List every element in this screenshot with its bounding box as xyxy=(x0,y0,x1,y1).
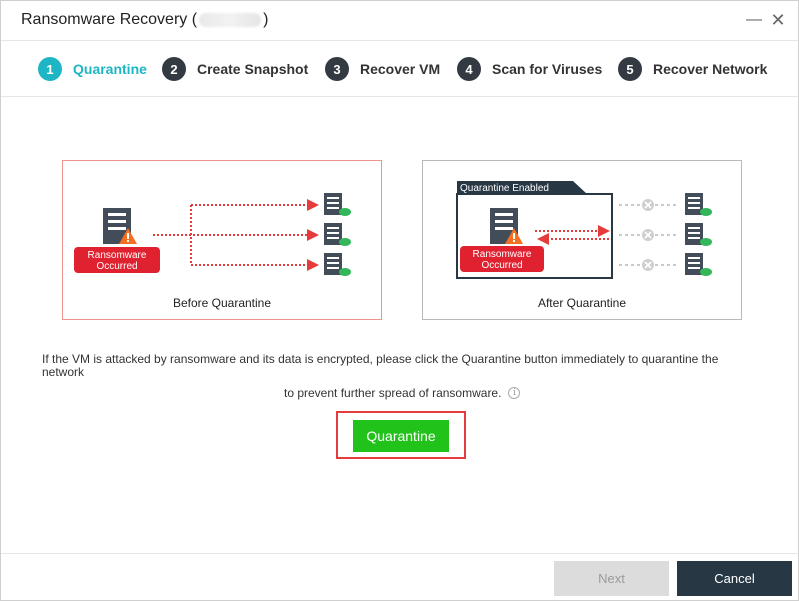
next-button[interactable]: Next xyxy=(554,561,669,596)
badge-line1: Ransomware xyxy=(88,250,147,261)
infected-server-icon xyxy=(490,208,523,244)
step-label: Create Snapshot xyxy=(197,61,309,77)
spread-arrows xyxy=(153,199,319,271)
step-number: 3 xyxy=(325,57,349,81)
before-quarantine-illustration: Ransomware Occurred Before Quarantine xyxy=(62,160,382,320)
dialog-title-prefix: Ransomware Recovery ( xyxy=(21,11,198,28)
target-server-icon xyxy=(685,193,712,216)
blocked-arrows xyxy=(535,225,610,245)
badge-line2: Occurred xyxy=(481,260,522,271)
target-server-icon xyxy=(685,253,712,276)
description-text-continued: to prevent further spread of ransomware.… xyxy=(284,386,521,400)
step-recover-network[interactable]: 5 Recover Network xyxy=(618,57,767,81)
step-quarantine[interactable]: 1 Quarantine xyxy=(38,57,147,81)
infected-server-icon xyxy=(103,208,137,244)
step-label: Quarantine xyxy=(73,61,147,77)
step-wizard: 1 Quarantine 2 Create Snapshot 3 Recover… xyxy=(1,42,798,97)
quarantine-enabled-tag: Quarantine Enabled xyxy=(460,183,549,194)
before-caption: Before Quarantine xyxy=(172,296,272,310)
title-bar: Ransomware Recovery ( ) — ✕ xyxy=(1,1,798,41)
blocked-icon xyxy=(642,199,654,271)
step-label: Recover Network xyxy=(653,61,768,77)
step-scan-for-viruses[interactable]: 4 Scan for Viruses xyxy=(457,57,602,81)
after-quarantine-illustration: Quarantine Enabled Ransomware Occurred A… xyxy=(422,160,742,320)
ransomware-badge: Ransomware Occurred xyxy=(460,246,544,272)
step-label: Recover VM xyxy=(360,61,441,77)
description-line2: to prevent further spread of ransomware. xyxy=(284,386,502,400)
quarantine-button[interactable]: Quarantine xyxy=(353,420,449,452)
info-icon[interactable]: i xyxy=(508,387,521,399)
close-button[interactable]: ✕ xyxy=(768,10,788,30)
step-number: 2 xyxy=(162,57,186,81)
step-number: 4 xyxy=(457,57,481,81)
target-server-icon xyxy=(685,223,712,246)
step-number: 5 xyxy=(618,57,642,81)
target-server-icon xyxy=(324,253,351,276)
dialog-title: Ransomware Recovery ( ) xyxy=(21,11,268,29)
ransomware-badge: Ransomware Occurred xyxy=(74,247,160,273)
step-number: 1 xyxy=(38,57,62,81)
minimize-button[interactable]: — xyxy=(744,10,764,30)
ransomware-recovery-dialog: Ransomware Recovery ( ) — ✕ 1 Quarantine… xyxy=(0,0,799,601)
step-label: Scan for Viruses xyxy=(492,61,603,77)
badge-line1: Ransomware xyxy=(473,249,532,260)
dialog-footer: Next Cancel xyxy=(1,553,798,600)
badge-line2: Occurred xyxy=(96,261,137,272)
redacted-vm-name xyxy=(199,13,262,27)
cancel-button[interactable]: Cancel xyxy=(677,561,792,596)
after-caption: After Quarantine xyxy=(537,296,627,310)
description-text: If the VM is attacked by ransomware and … xyxy=(42,352,719,379)
step-create-snapshot[interactable]: 2 Create Snapshot xyxy=(162,57,308,81)
target-server-icon xyxy=(324,223,351,246)
step-recover-vm[interactable]: 3 Recover VM xyxy=(325,57,440,81)
target-server-icon xyxy=(324,193,351,216)
dialog-title-suffix: ) xyxy=(263,11,269,28)
